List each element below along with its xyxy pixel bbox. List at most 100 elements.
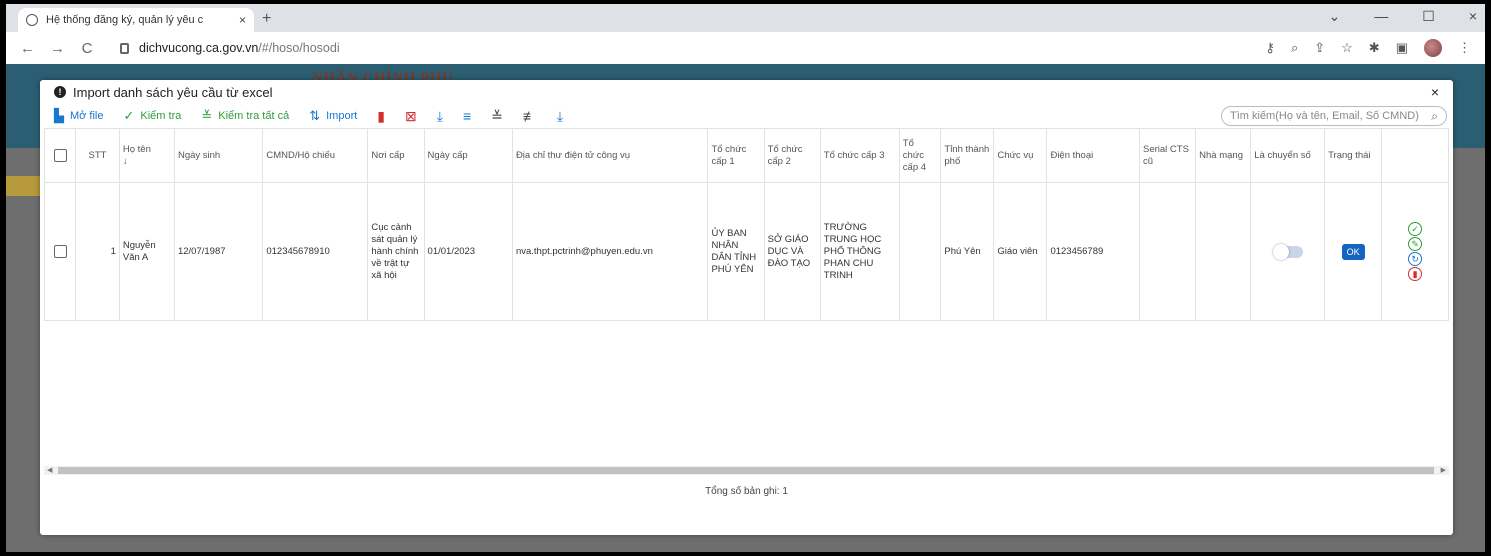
file-add-icon: ▙: [54, 108, 64, 123]
scroll-left-icon[interactable]: ◀: [47, 466, 52, 475]
tab-search-chevron-icon[interactable]: ⌄: [1329, 8, 1341, 25]
select-all-header[interactable]: [43, 128, 77, 183]
row-checkbox[interactable]: [53, 245, 67, 258]
cell-dien-thoai: 0123456789: [1046, 182, 1140, 321]
check-all-button[interactable]: ≚ Kiểm tra tất cả: [201, 108, 289, 124]
scroll-right-icon[interactable]: ▶: [1441, 466, 1446, 475]
import-button[interactable]: ⇅ Import: [309, 108, 357, 124]
window-close-button[interactable]: ×: [1469, 8, 1477, 25]
trash-icon: ▮: [377, 107, 386, 124]
col-tc3: Tổ chức cấp 3: [819, 128, 900, 183]
zoom-icon[interactable]: ⌕: [1291, 40, 1298, 56]
star-icon[interactable]: ☆: [1341, 40, 1353, 56]
browser-toolbar: ← → C dichvucong.ca.gov.vn /#/hoso/hosod…: [6, 32, 1485, 64]
edit-row-icon[interactable]: ✎: [1408, 237, 1423, 251]
cell-la-chuyen-so: [1250, 182, 1326, 321]
list-check-icon: ≚: [491, 107, 503, 124]
open-file-label: Mở file: [70, 110, 104, 122]
sort-arrows-icon: ⇅: [309, 108, 321, 123]
minimize-button[interactable]: —: [1374, 8, 1388, 25]
profile-avatar[interactable]: [1424, 39, 1442, 57]
menu-icon[interactable]: ⋮: [1458, 40, 1471, 56]
extensions-icon[interactable]: ✱: [1369, 40, 1380, 56]
reload-button[interactable]: C: [80, 40, 94, 57]
sidepanel-icon[interactable]: ▣: [1396, 40, 1408, 56]
browser-window: Hệ thống đăng ký, quản lý yêu c × + ⌄ — …: [6, 4, 1485, 552]
cell-actions: ✓ ✎ ↻ ▮: [1381, 182, 1449, 321]
horizontal-scrollbar[interactable]: ◀ ▶: [44, 466, 1449, 475]
cell-serial: [1138, 182, 1197, 321]
list-view-button[interactable]: ≡: [463, 108, 471, 124]
row-select-cell[interactable]: [43, 182, 77, 321]
download-icon: ⤓: [436, 107, 443, 124]
back-button[interactable]: ←: [20, 40, 35, 57]
address-bar[interactable]: dichvucong.ca.gov.vn /#/hoso/hosodi: [110, 36, 350, 60]
lock-icon: [120, 42, 129, 54]
modal-header: ! Import danh sách yêu cầu từ excel ×: [40, 80, 1453, 104]
globe-icon: [26, 14, 38, 26]
modal-toolbar: ▙ Mở file ✓ Kiểm tra ≚ Kiểm tra tất cả ⇅ Imp…: [40, 104, 1453, 128]
maximize-button[interactable]: ☐: [1422, 8, 1435, 25]
browser-tab[interactable]: Hệ thống đăng ký, quản lý yêu c ×: [18, 8, 254, 32]
share-icon[interactable]: ⇪: [1314, 40, 1325, 56]
record-count: Tổng số bản ghi: 1: [705, 486, 788, 497]
check-all-label: Kiểm tra tất cả: [218, 110, 290, 122]
cell-email: nva.thpt.pctrinh@phuyen.edu.vn: [511, 182, 709, 321]
cell-ngay-cap: 01/01/2023: [423, 182, 513, 321]
forward-button[interactable]: →: [50, 40, 65, 57]
cell-cmnd: 012345678910: [262, 182, 369, 321]
filter-valid-button[interactable]: ≚: [491, 108, 503, 125]
delete-all-button[interactable]: ⊠: [405, 108, 417, 125]
col-noi-cap: Nơi cấp: [367, 128, 425, 183]
delete-button[interactable]: ▮: [377, 108, 385, 125]
url-host: dichvucong.ca.gov.vn: [139, 41, 259, 55]
open-file-button[interactable]: ▙ Mở file: [54, 108, 104, 124]
import-label: Import: [326, 110, 358, 122]
cell-tc4: [898, 182, 942, 321]
refresh-row-icon[interactable]: ↻: [1408, 252, 1423, 266]
list-icon: ≡: [462, 108, 472, 124]
search-icon: ⌕: [1431, 108, 1438, 123]
list-x-icon: ≢: [522, 108, 537, 124]
page-side-tab: [6, 176, 42, 196]
sort-down-icon[interactable]: ↓: [123, 156, 128, 167]
check-button[interactable]: ✓ Kiểm tra: [124, 108, 182, 124]
table-row: 1 Nguyễn Văn A 12/07/1987 012345678910 C…: [43, 182, 1449, 321]
new-tab-button[interactable]: +: [262, 10, 271, 28]
tab-title: Hệ thống đăng ký, quản lý yêu c: [46, 14, 204, 26]
col-tinh: Tỉnh thành phố: [940, 128, 995, 183]
col-ngay-cap: Ngày cấp: [423, 128, 513, 183]
scrollbar-thumb[interactable]: [58, 467, 1434, 474]
cell-ho-ten: Nguyễn Văn A: [118, 182, 175, 321]
window-controls: ⌄ — ☐ ×: [1329, 8, 1477, 25]
tab-close-icon[interactable]: ×: [239, 13, 246, 27]
col-email: Địa chỉ thư điện tử công vụ: [511, 128, 709, 183]
verify-row-icon[interactable]: ✓: [1408, 222, 1423, 236]
key-icon[interactable]: ⚷: [1265, 40, 1275, 56]
download-result-button[interactable]: ⤓: [557, 108, 563, 125]
modal-title: Import danh sách yêu cầu từ excel: [73, 84, 273, 100]
col-tc2: Tổ chức cấp 2: [763, 128, 821, 183]
col-ho-ten-label: Họ tên: [122, 143, 151, 155]
modal-close-button[interactable]: ×: [1431, 84, 1439, 100]
import-modal: ! Import danh sách yêu cầu từ excel × ▙ M…: [40, 80, 1453, 535]
chuyen-so-toggle[interactable]: [1272, 243, 1303, 260]
status-badge: OK: [1341, 243, 1365, 260]
cell-chuc-vu: Giáo viên: [993, 182, 1048, 321]
search-input[interactable]: Tìm kiếm(Họ và tên, Email, Số CMND) ⌕: [1221, 106, 1447, 126]
cell-noi-cap: Cục cảnh sát quản lý hành chính về trật …: [367, 182, 425, 321]
search-placeholder: Tìm kiếm(Họ và tên, Email, Số CMND): [1230, 110, 1419, 122]
select-all-checkbox[interactable]: [53, 149, 67, 162]
url-path: /#/hoso/hosodi: [258, 41, 340, 55]
download-button[interactable]: ⤓: [437, 108, 443, 125]
col-ho-ten[interactable]: Họ tên ↓: [118, 128, 175, 183]
col-tc1: Tổ chức cấp 1: [707, 128, 765, 183]
filter-invalid-button[interactable]: ≢: [523, 108, 537, 124]
delete-row-icon[interactable]: ▮: [1408, 267, 1423, 281]
col-cmnd: CMND/Hộ chiếu: [262, 128, 369, 183]
cell-nha-mang: [1195, 182, 1252, 321]
col-chuc-vu: Chức vụ: [993, 128, 1048, 183]
info-icon: !: [54, 86, 66, 98]
col-dien-thoai: Điện thoại: [1046, 128, 1140, 183]
cell-trang-thai: OK: [1324, 182, 1383, 321]
